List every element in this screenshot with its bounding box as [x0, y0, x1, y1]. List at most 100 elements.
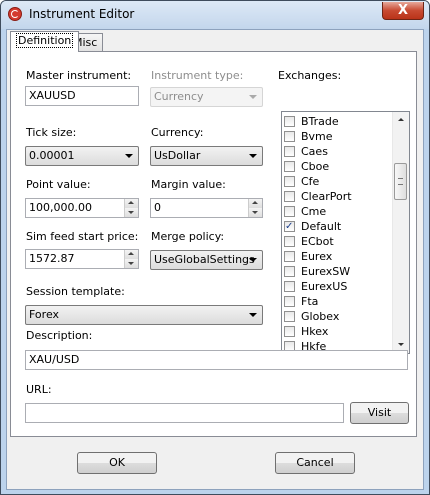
exchange-name: Default	[301, 220, 342, 233]
exchanges-label: Exchanges:	[278, 69, 342, 82]
sim-feed-spin-buttons	[124, 250, 138, 268]
exchange-item-bvme[interactable]: Bvme	[284, 129, 394, 144]
instrument-type-value: Currency	[154, 90, 204, 103]
checkbox-icon[interactable]	[284, 161, 295, 172]
description-input[interactable]: XAU/USD	[25, 350, 408, 370]
checkbox-icon[interactable]	[284, 236, 295, 247]
exchange-item-eurex[interactable]: Eurex	[284, 249, 394, 264]
ok-button[interactable]: OK	[77, 452, 157, 474]
tab-definition-label: Definition	[16, 33, 74, 48]
spin-up-icon[interactable]	[124, 250, 138, 259]
checkbox-icon[interactable]	[284, 326, 295, 337]
description-label: Description:	[26, 329, 93, 342]
visit-button[interactable]: Visit	[350, 402, 409, 424]
margin-value-value: 0	[154, 201, 161, 214]
url-label: URL:	[26, 383, 52, 396]
currency-label: Currency:	[151, 126, 204, 139]
exchange-name: Caes	[301, 145, 328, 158]
tick-size-label: Tick size:	[26, 126, 77, 139]
chevron-down-icon	[125, 154, 133, 158]
checkbox-icon[interactable]	[284, 311, 295, 322]
exchange-name: Eurex	[301, 250, 333, 263]
margin-value-spin-buttons	[248, 199, 262, 217]
exchange-name: Fta	[301, 295, 319, 308]
instrument-editor-window: Instrument Editor X Definition Misc Mast…	[0, 0, 430, 495]
exchange-item-cfe[interactable]: Cfe	[284, 174, 394, 189]
spin-down-icon[interactable]	[124, 259, 138, 268]
exchange-name: EurexSW	[301, 265, 351, 278]
checkbox-icon[interactable]	[284, 131, 295, 142]
checkbox-icon[interactable]	[284, 146, 295, 157]
app-logo-icon	[8, 7, 22, 21]
margin-value-spinner[interactable]: 0	[150, 198, 263, 218]
session-template-label: Session template:	[26, 285, 125, 298]
sim-feed-start-price-label: Sim feed start price:	[26, 230, 139, 243]
window-title: Instrument Editor	[29, 7, 135, 21]
chevron-down-icon	[249, 258, 257, 262]
tab-definition[interactable]: Definition	[10, 31, 80, 52]
exchange-item-globex[interactable]: Globex	[284, 309, 394, 324]
tick-size-value: 0.00001	[29, 149, 75, 162]
currency-value: UsDollar	[154, 149, 201, 162]
sim-feed-start-price-value: 1572.87	[29, 252, 75, 265]
exchange-name: Bvme	[301, 130, 333, 143]
master-instrument-input[interactable]: XAUUSD	[25, 86, 139, 106]
checkbox-icon[interactable]	[284, 266, 295, 277]
exchange-item-default[interactable]: Default	[284, 219, 394, 234]
session-template-value: Forex	[29, 308, 60, 321]
currency-select[interactable]: UsDollar	[150, 146, 263, 166]
exchanges-list[interactable]: BTrade Bvme Caes Cboe Cfe ClearPort Cme Default…	[281, 111, 410, 354]
exchange-name: ClearPort	[301, 190, 352, 203]
checkbox-icon[interactable]	[284, 191, 295, 202]
checkbox-icon[interactable]	[284, 251, 295, 262]
url-input[interactable]	[25, 403, 344, 423]
tick-size-select[interactable]: 0.00001	[25, 146, 139, 166]
margin-value-label: Margin value:	[151, 178, 226, 191]
spin-down-icon[interactable]	[248, 208, 262, 217]
point-value-spinner[interactable]: 100,000.00	[25, 198, 139, 218]
scroll-up-icon[interactable]	[393, 112, 409, 128]
scroll-thumb[interactable]	[394, 163, 407, 200]
spin-up-icon[interactable]	[248, 199, 262, 208]
checkbox-icon[interactable]	[284, 296, 295, 307]
merge-policy-select[interactable]: UseGlobalSettings	[150, 250, 263, 270]
checkbox-checked-icon[interactable]	[284, 219, 295, 234]
exchange-item-eurexsw[interactable]: EurexSW	[284, 264, 394, 279]
exchange-item-clearport[interactable]: ClearPort	[284, 189, 394, 204]
instrument-type-select: Currency	[150, 87, 263, 107]
master-instrument-label: Master instrument:	[26, 69, 132, 82]
exchange-item-ecbot[interactable]: ECbot	[284, 234, 394, 249]
chevron-down-icon	[249, 154, 257, 158]
exchange-item-hkex[interactable]: Hkex	[284, 324, 394, 339]
exchange-item-eurexus[interactable]: EurexUS	[284, 279, 394, 294]
exchange-item-cme[interactable]: Cme	[284, 204, 394, 219]
exchange-item-caes[interactable]: Caes	[284, 144, 394, 159]
exchanges-scrollbar[interactable]	[392, 112, 409, 353]
exchange-name: Cboe	[301, 160, 330, 173]
chevron-down-icon	[249, 95, 257, 99]
exchange-item-btrade[interactable]: BTrade	[284, 114, 394, 129]
exchange-name: ECbot	[301, 235, 334, 248]
spin-down-icon[interactable]	[124, 208, 138, 217]
exchange-item-fta[interactable]: Fta	[284, 294, 394, 309]
title-bar[interactable]: Instrument Editor X	[1, 1, 429, 29]
merge-policy-label: Merge policy:	[151, 230, 225, 243]
exchange-name: Cme	[301, 205, 327, 218]
sim-feed-start-price-spinner[interactable]: 1572.87	[25, 249, 139, 269]
checkbox-icon[interactable]	[284, 176, 295, 187]
exchange-item-cboe[interactable]: Cboe	[284, 159, 394, 174]
close-button[interactable]: X	[382, 2, 424, 20]
point-value-value: 100,000.00	[29, 201, 92, 214]
checkbox-icon[interactable]	[284, 116, 295, 127]
checkbox-icon[interactable]	[284, 281, 295, 292]
spin-up-icon[interactable]	[124, 199, 138, 208]
cancel-button[interactable]: Cancel	[275, 452, 355, 474]
exchange-name: Hkex	[301, 325, 329, 338]
point-value-label: Point value:	[26, 178, 91, 191]
exchange-name: Globex	[301, 310, 340, 323]
dialog-body: Definition Misc Master instrument: XAUUS…	[6, 29, 424, 490]
session-template-select[interactable]: Forex	[25, 305, 263, 325]
exchange-name: Cfe	[301, 175, 320, 188]
instrument-type-label: Instrument type:	[151, 69, 244, 82]
checkbox-icon[interactable]	[284, 206, 295, 217]
